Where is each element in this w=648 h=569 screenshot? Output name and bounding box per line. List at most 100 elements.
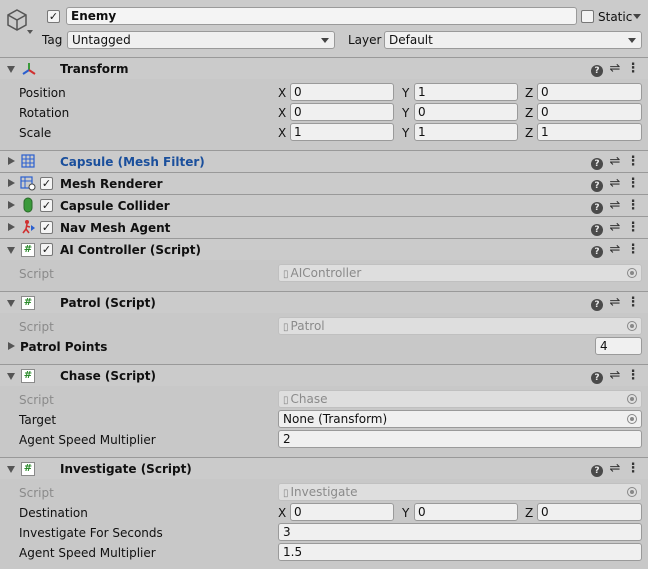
position-z-field[interactable]: 0 (537, 83, 642, 101)
destination-z-field[interactable]: 0 (537, 503, 642, 521)
help-icon[interactable]: ? (590, 154, 604, 170)
static-checkbox[interactable] (581, 10, 594, 23)
more-menu-icon[interactable]: ⋮ (626, 61, 640, 77)
preset-icon[interactable]: ⇌ (608, 61, 622, 77)
header-actions: ? ⇌ ⋮ (590, 220, 640, 236)
foldout-closed-icon[interactable] (8, 157, 15, 165)
investigate-for-seconds-field[interactable]: 3 (278, 523, 642, 541)
tag-dropdown[interactable]: Untagged (67, 31, 335, 49)
mesh-filter-header[interactable]: Capsule (Mesh Filter) ? ⇌ ⋮ (0, 150, 648, 172)
ai-controller-title: AI Controller (Script) (60, 243, 201, 257)
target-object-field[interactable]: None (Transform) (278, 410, 642, 428)
help-icon[interactable]: ? (590, 295, 604, 311)
chase-header[interactable]: # Chase (Script) ? ⇌ ⋮ (0, 364, 648, 386)
axis-y-label: Y (402, 86, 410, 100)
ai-controller-body: Script ▯ AIController (0, 260, 648, 291)
patrol-header[interactable]: # Patrol (Script) ? ⇌ ⋮ (0, 291, 648, 313)
more-menu-icon[interactable]: ⋮ (626, 154, 640, 170)
preset-icon[interactable]: ⇌ (608, 242, 622, 258)
help-icon[interactable]: ? (590, 461, 604, 477)
script-object-field[interactable]: ▯ Chase (278, 390, 642, 408)
foldout-open-icon[interactable] (7, 300, 15, 307)
preset-icon[interactable]: ⇌ (608, 198, 622, 214)
ai-controller-header[interactable]: # ✓ AI Controller (Script) ? ⇌ ⋮ (0, 238, 648, 260)
patrol-points-foldout-icon[interactable] (8, 342, 15, 350)
more-menu-icon[interactable]: ⋮ (626, 461, 640, 477)
agent-speed-multiplier-field[interactable]: 1.5 (278, 543, 642, 561)
axis-z-label: Z (525, 86, 534, 100)
capsule-collider-icon (23, 197, 33, 213)
axis-x-label: X (278, 506, 287, 520)
patrol-title: Patrol (Script) (60, 296, 156, 310)
help-icon[interactable]: ? (590, 220, 604, 236)
capsule-collider-header[interactable]: ✓ Capsule Collider ? ⇌ ⋮ (0, 194, 648, 216)
patrol-points-label[interactable]: Patrol Points (20, 339, 107, 355)
help-icon[interactable]: ? (590, 61, 604, 77)
foldout-open-icon[interactable] (7, 66, 15, 73)
rotation-x-field[interactable]: 0 (290, 103, 394, 121)
capsule-collider-title: Capsule Collider (60, 199, 170, 213)
scale-x-field[interactable]: 1 (290, 123, 394, 141)
active-checkbox[interactable]: ✓ (47, 10, 60, 23)
foldout-closed-icon[interactable] (8, 179, 15, 187)
script-object-field[interactable]: ▯ Investigate (278, 483, 642, 501)
destination-label: Destination (19, 506, 88, 520)
agent-speed-multiplier-field[interactable]: 2 (278, 430, 642, 448)
rotation-label: Rotation (19, 106, 70, 120)
foldout-open-icon[interactable] (7, 247, 15, 254)
investigate-body: Script ▯ Investigate Destination X 0 Y 0 … (0, 479, 648, 569)
more-menu-icon[interactable]: ⋮ (626, 368, 640, 384)
preset-icon[interactable]: ⇌ (608, 154, 622, 170)
investigate-header[interactable]: # Investigate (Script) ? ⇌ ⋮ (0, 457, 648, 479)
position-x-field[interactable]: 0 (290, 83, 394, 101)
foldout-open-icon[interactable] (7, 466, 15, 473)
object-picker-icon[interactable] (627, 321, 637, 331)
preset-icon[interactable]: ⇌ (608, 461, 622, 477)
rotation-z-field[interactable]: 0 (537, 103, 642, 121)
transform-header[interactable]: Transform ? ⇌ ⋮ (0, 57, 648, 79)
more-menu-icon[interactable]: ⋮ (626, 198, 640, 214)
help-icon[interactable]: ? (590, 368, 604, 384)
patrol-points-size-field[interactable]: 4 (595, 337, 642, 355)
capsule-collider-enabled-checkbox[interactable]: ✓ (40, 199, 53, 212)
help-icon[interactable]: ? (590, 242, 604, 258)
preset-icon[interactable]: ⇌ (608, 220, 622, 236)
object-picker-icon[interactable] (627, 414, 637, 424)
rotation-y-field[interactable]: 0 (414, 103, 518, 121)
ai-controller-enabled-checkbox[interactable]: ✓ (40, 243, 53, 256)
preset-icon[interactable]: ⇌ (608, 295, 622, 311)
script-value: Patrol (290, 319, 325, 333)
header-actions: ? ⇌ ⋮ (590, 242, 640, 258)
position-y-field[interactable]: 1 (414, 83, 518, 101)
object-picker-icon[interactable] (627, 394, 637, 404)
icon-dropdown-arrow-icon[interactable] (27, 30, 33, 34)
help-icon[interactable]: ? (590, 176, 604, 192)
foldout-closed-icon[interactable] (8, 223, 15, 231)
script-object-field[interactable]: ▯ Patrol (278, 317, 642, 335)
object-picker-icon[interactable] (627, 487, 637, 497)
foldout-open-icon[interactable] (7, 373, 15, 380)
mesh-renderer-enabled-checkbox[interactable]: ✓ (40, 177, 53, 190)
mesh-renderer-header[interactable]: ✓ Mesh Renderer ? ⇌ ⋮ (0, 172, 648, 194)
preset-icon[interactable]: ⇌ (608, 176, 622, 192)
script-object-field[interactable]: ▯ AIController (278, 264, 642, 282)
destination-y-field[interactable]: 0 (414, 503, 518, 521)
nav-mesh-agent-header[interactable]: ✓ Nav Mesh Agent ? ⇌ ⋮ (0, 216, 648, 238)
more-menu-icon[interactable]: ⋮ (626, 295, 640, 311)
foldout-closed-icon[interactable] (8, 201, 15, 209)
destination-x-field[interactable]: 0 (290, 503, 394, 521)
more-menu-icon[interactable]: ⋮ (626, 176, 640, 192)
preset-icon[interactable]: ⇌ (608, 368, 622, 384)
object-picker-icon[interactable] (627, 268, 637, 278)
layer-dropdown[interactable]: Default (384, 31, 642, 49)
scale-y-field[interactable]: 1 (414, 123, 518, 141)
more-menu-icon[interactable]: ⋮ (626, 220, 640, 236)
nav-mesh-agent-enabled-checkbox[interactable]: ✓ (40, 221, 53, 234)
scale-z-field[interactable]: 1 (537, 123, 642, 141)
help-icon[interactable]: ? (590, 198, 604, 214)
axis-y-label: Y (402, 506, 410, 520)
more-menu-icon[interactable]: ⋮ (626, 242, 640, 258)
name-field[interactable]: Enemy (66, 7, 577, 25)
script-icon: # (21, 369, 35, 383)
static-dropdown-icon[interactable] (633, 14, 641, 19)
